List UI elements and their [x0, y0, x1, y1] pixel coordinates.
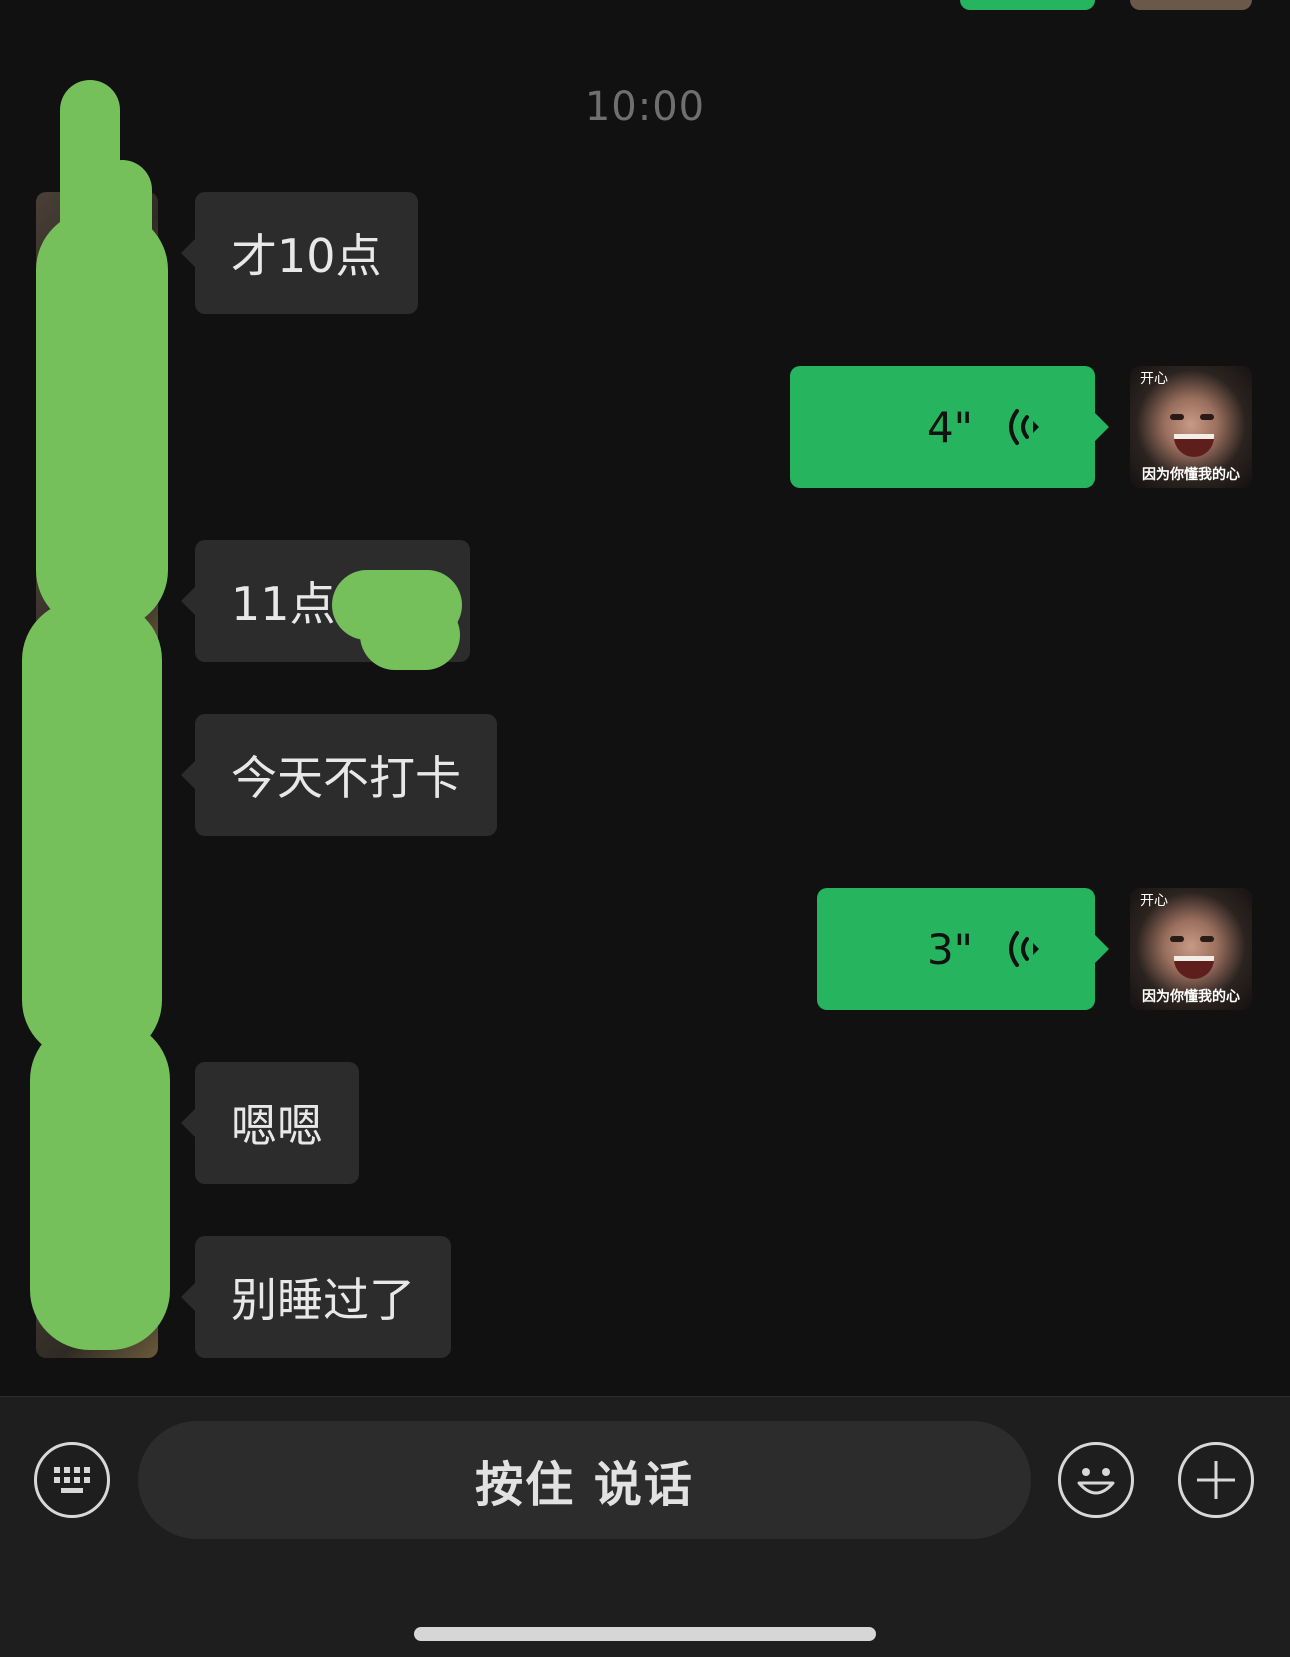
- keyboard-toggle-button[interactable]: [34, 1442, 110, 1518]
- voice-duration: 4": [926, 402, 973, 452]
- my-avatar-partial[interactable]: [1130, 0, 1252, 10]
- incoming-message-bubble[interactable]: 嗯嗯: [181, 1062, 359, 1184]
- message-text: 今天不打卡: [231, 751, 461, 805]
- avatar-caption-bottom: 因为你懂我的心: [1142, 989, 1240, 1005]
- outgoing-voice-bubble[interactable]: 4": [790, 366, 1109, 488]
- redaction-scribble: [36, 210, 168, 630]
- home-indicator[interactable]: [414, 1627, 876, 1641]
- voice-wave-icon: [1009, 931, 1039, 967]
- voice-wave-icon: [1009, 409, 1039, 445]
- incoming-message-bubble[interactable]: 别睡过了: [181, 1236, 451, 1358]
- my-avatar[interactable]: 开心 因为你懂我的心: [1130, 366, 1252, 488]
- avatar-mouth: [1174, 956, 1214, 979]
- avatar-eye: [1170, 414, 1184, 420]
- incoming-message-bubble[interactable]: 今天不打卡: [181, 714, 497, 836]
- avatar-caption-top: 开心: [1140, 893, 1168, 909]
- emoji-button[interactable]: [1058, 1442, 1134, 1518]
- previous-voice-bubble-partial[interactable]: [960, 0, 1095, 10]
- incoming-message-bubble[interactable]: 才10点: [181, 192, 418, 314]
- message-text: 11点: [231, 577, 336, 631]
- redaction-scribble: [22, 600, 162, 1060]
- message-text: 才10点: [231, 229, 382, 283]
- my-avatar[interactable]: 开心 因为你懂我的心: [1130, 888, 1252, 1010]
- avatar-eye: [1200, 414, 1214, 420]
- hold-to-talk-label: 按住 说话: [475, 1457, 694, 1513]
- more-options-button[interactable]: [1178, 1442, 1254, 1518]
- hold-to-talk-button[interactable]: 按住 说话: [138, 1421, 1031, 1539]
- message-text: 嗯嗯: [231, 1099, 323, 1153]
- avatar-eye: [1170, 936, 1184, 942]
- avatar-eye: [1200, 936, 1214, 942]
- emoji-icon: [1077, 1468, 1115, 1495]
- chat-area[interactable]: 10:00 才10点 4" 开心 因为你懂我的心 11点 今天不打卡 3" 开心…: [0, 0, 1290, 1396]
- redaction-scribble: [30, 1020, 170, 1350]
- keyboard-icon: [54, 1467, 90, 1493]
- outgoing-voice-bubble[interactable]: 3": [817, 888, 1109, 1010]
- avatar-mouth: [1174, 434, 1214, 457]
- message-text: 别睡过了: [231, 1273, 415, 1327]
- redaction-scribble: [360, 600, 460, 670]
- chat-input-bar: 按住 说话: [0, 1396, 1290, 1657]
- avatar-caption-bottom: 因为你懂我的心: [1142, 467, 1240, 483]
- voice-duration: 3": [926, 924, 973, 974]
- avatar-caption-top: 开心: [1140, 371, 1168, 387]
- plus-icon: [1197, 1461, 1235, 1499]
- message-timestamp: 10:00: [584, 84, 706, 130]
